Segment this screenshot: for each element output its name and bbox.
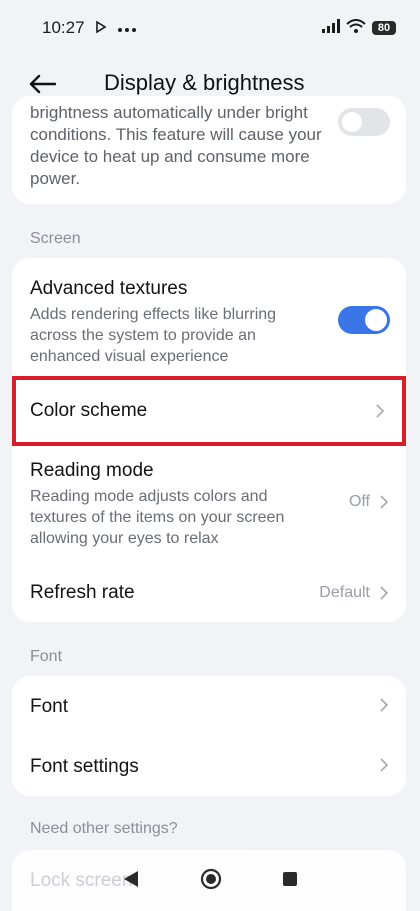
reading-mode-value: Off: [348, 493, 370, 510]
brightness-description: brightness automatically under bright co…: [30, 103, 322, 188]
chevron-right-icon: [378, 698, 390, 712]
reading-mode-row[interactable]: Reading mode Reading mode adjusts colors…: [12, 446, 406, 556]
status-time: 10:27: [42, 18, 85, 37]
wifi-icon: [346, 18, 366, 38]
toggle-knob: [365, 309, 387, 331]
color-scheme-title: Color scheme: [30, 400, 148, 421]
advanced-textures-toggle[interactable]: [338, 306, 390, 334]
color-scheme-row[interactable]: Color scheme: [12, 376, 406, 446]
refresh-rate-row[interactable]: Refresh rate Default: [12, 562, 406, 622]
chevron-right-icon: [378, 758, 390, 772]
nav-back-icon[interactable]: [122, 870, 140, 893]
reading-mode-title: Reading mode: [30, 460, 154, 481]
nav-recents-icon[interactable]: [282, 871, 298, 892]
font-row[interactable]: Font: [12, 676, 406, 736]
section-font: Font: [30, 648, 63, 665]
page-title: Display & brightness: [104, 70, 305, 95]
font-settings-row[interactable]: Font settings: [12, 736, 406, 796]
chevron-right-icon: [378, 495, 390, 509]
advanced-textures-row[interactable]: Advanced textures Adds rendering effects…: [12, 258, 406, 374]
nav-home-icon[interactable]: [200, 868, 222, 895]
system-nav-bar: [0, 851, 420, 911]
back-arrow-icon[interactable]: [28, 70, 60, 98]
battery-icon: 80: [372, 21, 396, 35]
brightness-toggle[interactable]: [338, 108, 390, 136]
play-icon: [95, 18, 107, 38]
advanced-textures-title: Advanced textures: [30, 278, 188, 299]
more-dots-icon: [117, 18, 137, 38]
font-card: Font Font settings: [12, 676, 406, 796]
section-other: Need other settings?: [30, 820, 178, 837]
brightness-card: brightness automatically under bright co…: [12, 96, 406, 204]
font-title: Font: [30, 696, 69, 717]
status-bar: 10:27 80: [0, 0, 420, 56]
section-screen: Screen: [30, 230, 81, 247]
signal-icon: [322, 18, 340, 38]
chevron-right-icon: [378, 586, 390, 600]
refresh-rate-title: Refresh rate: [30, 582, 135, 603]
toggle-knob: [342, 112, 362, 132]
font-settings-title: Font settings: [30, 756, 139, 777]
chevron-right-icon: [374, 404, 386, 418]
refresh-rate-value: Default: [319, 584, 370, 601]
advanced-textures-subtitle: Adds rendering effects like blurring acr…: [30, 306, 277, 365]
status-left: 10:27: [42, 18, 137, 38]
status-right: 80: [322, 18, 396, 38]
reading-mode-subtitle: Reading mode adjusts colors and textures…: [30, 488, 285, 547]
